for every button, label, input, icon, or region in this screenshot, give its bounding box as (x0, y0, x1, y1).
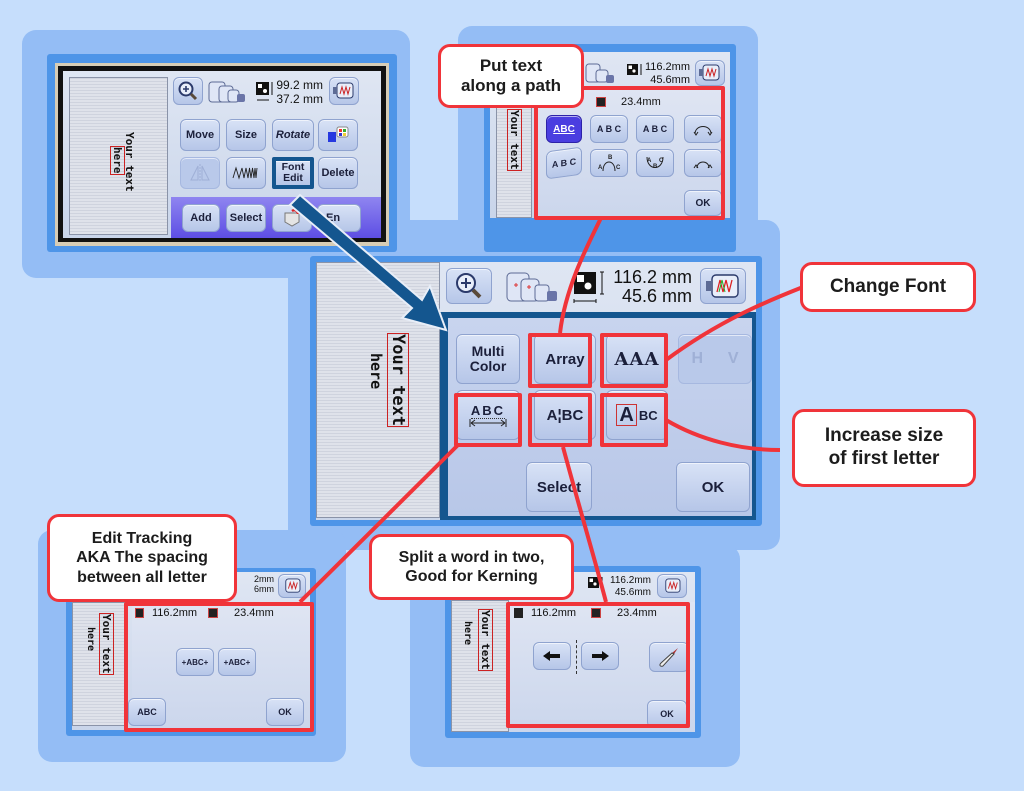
connector-first-letter (664, 418, 781, 452)
callout-first-letter: Increase size of first letter (792, 409, 976, 487)
callout-split: Split a word in two, Good for Kerning (369, 534, 574, 600)
callout-array: Put text along a path (438, 44, 584, 108)
callout-change-font: Change Font (800, 262, 976, 312)
connector-lines (298, 217, 804, 604)
callout-tracking: Edit Tracking AKA The spacing between al… (47, 514, 237, 602)
connector-font (664, 285, 804, 362)
connector-array (558, 217, 603, 334)
